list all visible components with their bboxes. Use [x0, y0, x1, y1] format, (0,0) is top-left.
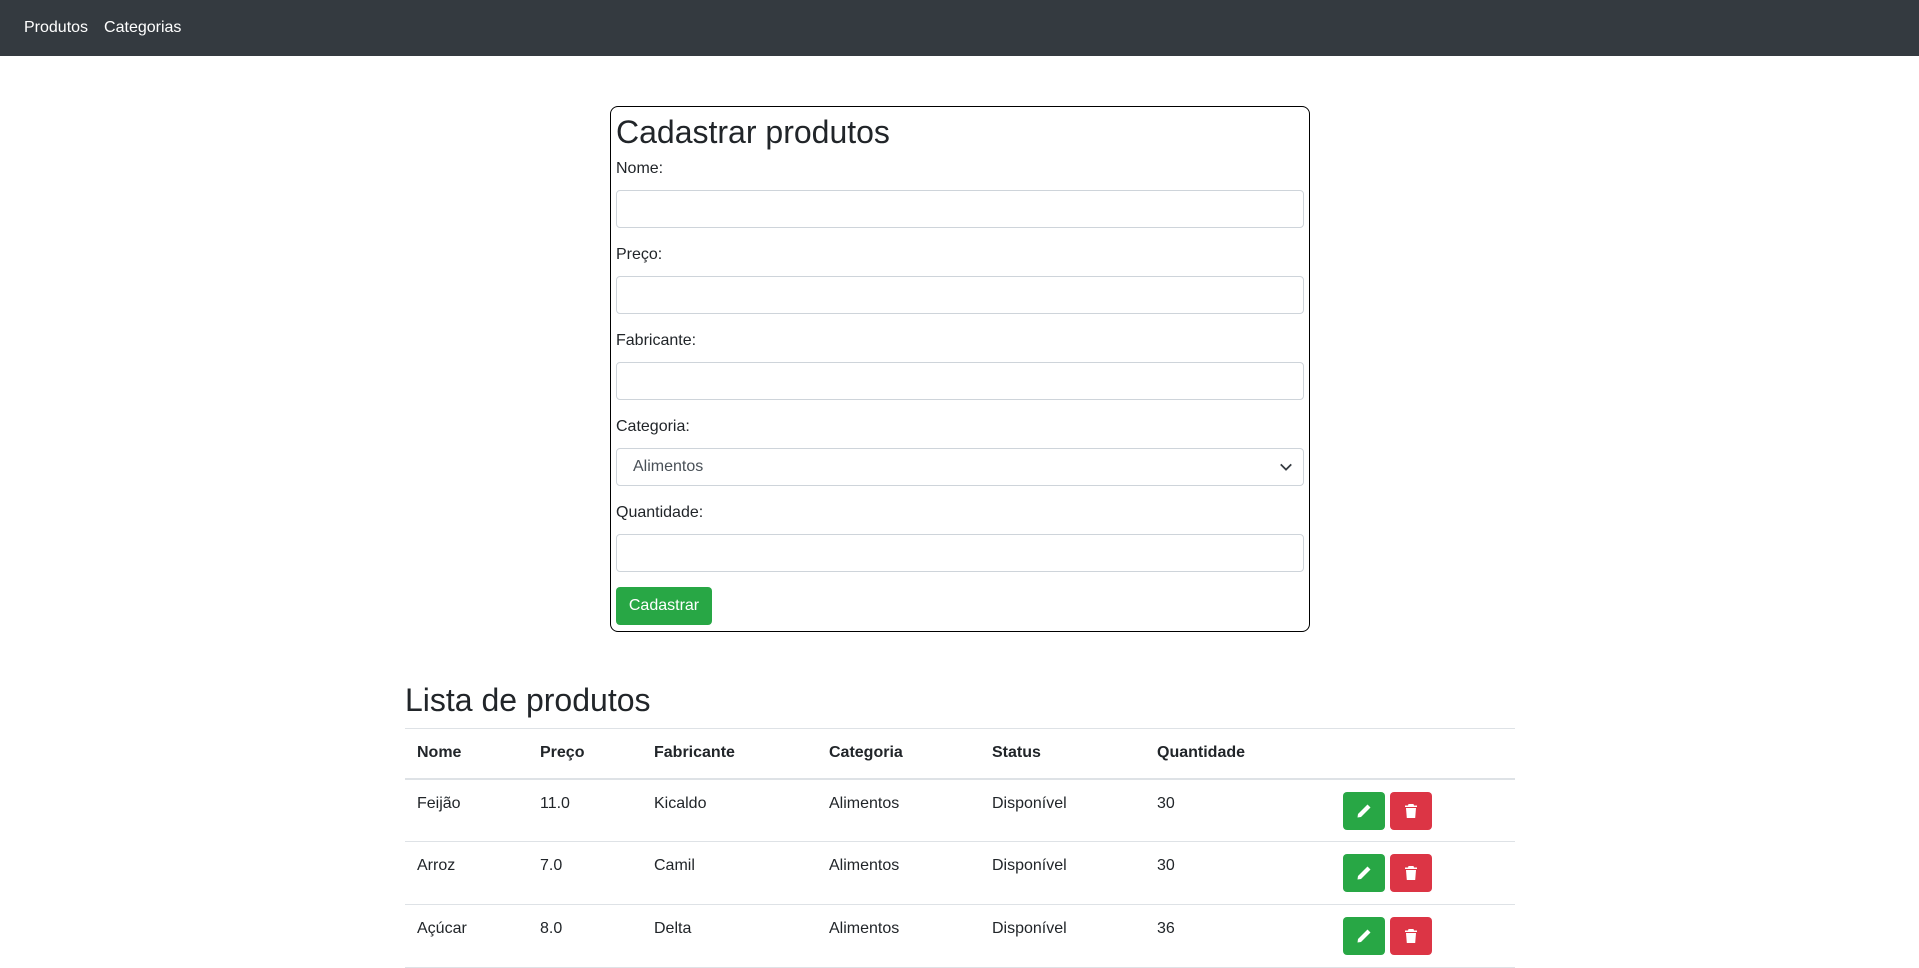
quantidade-label: Quantidade:	[616, 504, 704, 521]
delete-button[interactable]	[1390, 917, 1433, 955]
pencil-icon	[1357, 929, 1371, 943]
cell-status: Disponível	[992, 794, 1067, 812]
cadastrar-button[interactable]: Cadastrar	[616, 587, 712, 625]
nav-link-categorias[interactable]: Categorias	[104, 19, 181, 37]
cell-nome: Arroz	[417, 857, 456, 874]
cell-status: Disponível	[992, 857, 1067, 874]
cell-nome: Açúcar	[417, 920, 467, 937]
preco-label: Preço:	[616, 246, 663, 263]
delete-button[interactable]	[1390, 854, 1433, 892]
cell-actions	[1331, 779, 1515, 842]
column-header-quantidade: Quantidade	[1157, 744, 1246, 762]
nome-label: Nome:	[616, 160, 664, 177]
table-row: Arroz 7.0 Camil Alimentos Disponível 30	[405, 842, 1515, 905]
fabricante-input[interactable]	[616, 362, 1304, 400]
cell-actions	[1331, 905, 1515, 968]
table-header-row: Nome Preço Fabricante Categoria Status Q…	[405, 728, 1515, 779]
pencil-icon	[1357, 866, 1371, 880]
products-table: Nome Preço Fabricante Categoria Status Q…	[405, 728, 1515, 968]
column-header-actions	[1331, 729, 1515, 779]
cell-actions	[1331, 842, 1515, 905]
chevron-down-icon	[1279, 460, 1293, 474]
cell-categoria: Alimentos	[829, 920, 900, 937]
edit-button[interactable]	[1343, 917, 1385, 955]
categoria-selected-value: Alimentos	[633, 458, 704, 475]
categoria-select[interactable]: Alimentos	[616, 448, 1304, 486]
column-header-preco: Preço	[540, 744, 585, 762]
cell-categoria: Alimentos	[829, 794, 900, 812]
cell-fabricante: Kicaldo	[654, 794, 707, 812]
form-title: Cadastrar produtos	[616, 114, 890, 150]
column-header-fabricante: Fabricante	[654, 744, 735, 762]
cell-preco: 11.0	[540, 794, 570, 812]
trash-icon	[1405, 929, 1418, 943]
table-row: Feijão 11.0 Kicaldo Alimentos Disponível…	[405, 779, 1515, 842]
preco-input[interactable]	[616, 276, 1304, 314]
product-form-card: Cadastrar produtos Nome: Preço: Fabrican…	[610, 106, 1310, 632]
cell-quantidade: 36	[1157, 920, 1175, 937]
quantidade-input[interactable]	[616, 534, 1304, 572]
nome-input[interactable]	[616, 190, 1304, 228]
delete-button[interactable]	[1390, 791, 1433, 830]
categoria-label: Categoria:	[616, 418, 690, 435]
column-header-status: Status	[992, 744, 1041, 762]
cell-preco: 7.0	[540, 857, 563, 874]
column-header-categoria: Categoria	[829, 744, 903, 762]
cell-quantidade: 30	[1157, 794, 1175, 812]
cell-fabricante: Delta	[654, 920, 692, 937]
list-title: Lista de produtos	[405, 682, 651, 718]
cell-preco: 8.0	[540, 920, 563, 937]
top-navbar: Produtos Categorias	[0, 0, 1919, 56]
pencil-icon	[1357, 804, 1371, 817]
trash-icon	[1405, 803, 1418, 818]
edit-button[interactable]	[1343, 791, 1385, 830]
fabricante-label: Fabricante:	[616, 332, 697, 349]
cell-quantidade: 30	[1157, 857, 1175, 874]
cell-nome: Feijão	[417, 794, 461, 812]
column-header-nome: Nome	[417, 744, 462, 762]
edit-button[interactable]	[1343, 854, 1385, 892]
cell-categoria: Alimentos	[829, 857, 900, 874]
cell-status: Disponível	[992, 920, 1067, 937]
table-row: Açúcar 8.0 Delta Alimentos Disponível 36	[405, 905, 1515, 968]
cell-fabricante: Camil	[654, 857, 695, 874]
trash-icon	[1405, 866, 1418, 880]
nav-link-produtos[interactable]: Produtos	[24, 19, 88, 37]
